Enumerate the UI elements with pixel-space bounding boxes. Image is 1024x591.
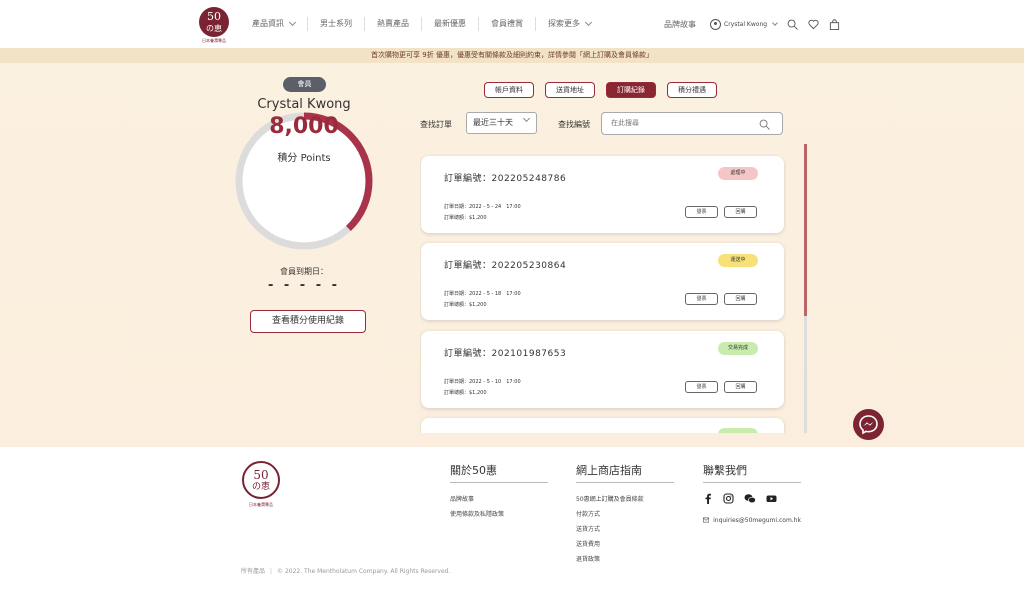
order-status-badge: 運送中 [718, 254, 758, 267]
reorder-button[interactable]: 回購 [724, 206, 757, 218]
promo-banner[interactable]: 首次購物更可享 9折 優惠，優惠受有關條款及細則約束，詳情參閱「網上訂購及會員條… [0, 48, 1024, 63]
footer-logo[interactable]: 50 の恵 [242, 461, 280, 499]
facebook-icon[interactable] [703, 493, 713, 504]
period-select[interactable]: 最近三十天 [466, 112, 537, 134]
chevron-down-icon [772, 19, 778, 26]
wechat-icon[interactable] [744, 493, 756, 504]
logo-number: 50 [207, 10, 221, 23]
order-date: 訂單日期：2022 - 5 - 10 17:00 [444, 379, 521, 385]
nav-label: 探索更多 [548, 19, 580, 28]
user-name: Crystal Kwong [724, 20, 768, 28]
footer-link-delivery[interactable]: 送貨方式 [576, 522, 674, 537]
search-icon[interactable] [787, 19, 798, 30]
footer-link-delivery-fee[interactable]: 送貨費用 [576, 537, 674, 552]
order-search-box[interactable] [601, 112, 783, 135]
nav-label: 熱賣產品 [377, 19, 409, 28]
nav-item-bestsellers[interactable]: 熱賣產品 [364, 17, 421, 31]
nav-item-men[interactable]: 男士系列 [307, 17, 364, 31]
footer-about: 關於50惠 品牌故事 使用條款及私隱政策 [450, 462, 548, 522]
period-value: 最近三十天 [473, 118, 513, 127]
chevron-down-icon [522, 114, 531, 123]
nav-item-explore[interactable]: 探索更多 [535, 17, 603, 31]
nav-label: 男士系列 [320, 19, 352, 28]
order-date: 訂單日期：2022 - 5 - 18 17:00 [444, 291, 521, 297]
order-list-scrollbar[interactable] [804, 144, 807, 433]
footer-about-title: 關於50惠 [450, 462, 548, 483]
footer-link-brand-story[interactable]: 品牌故事 [450, 492, 548, 507]
order-filter-label: 查找訂單 [420, 120, 452, 129]
messenger-icon [859, 415, 878, 435]
order-number: 訂單編號：202205248786 [444, 174, 567, 184]
site-header: 50 の恵 日本養潤專品 產品資訊 男士系列 熱賣產品 最新優惠 會員禮賞 探索… [0, 0, 1024, 48]
scrollbar-thumb[interactable] [804, 144, 807, 316]
expiry-label: 會員到期日： [280, 267, 328, 276]
main-overlay: 會員到期日： - - - - - 查看積分使用紀錄 查找訂單 最近三十天 查找編… [0, 63, 1024, 447]
footer-contact: 聯繫我們 inquiries@50megumi.com.hk [703, 462, 801, 524]
order-status-badge: 交易完成 [718, 342, 758, 355]
nav-label: 會員禮賞 [491, 19, 523, 28]
order-number: 訂單編號：202101987653 [444, 349, 567, 359]
brand-story-link[interactable]: 品牌故事 [664, 19, 696, 30]
footer-link-terms-privacy[interactable]: 使用條款及私隱政策 [450, 507, 548, 522]
order-status-badge: 處理中 [718, 167, 758, 180]
order-card: 訂單編號：202101987653 交易完成 訂單日期：2022 - 5 - 1… [421, 331, 784, 408]
order-total: 訂單總額：$1,200 [444, 302, 487, 308]
reorder-button[interactable]: 回購 [724, 381, 757, 393]
order-date: 訂單日期：2022 - 5 - 24 17:00 [444, 204, 521, 210]
footer-guide-title: 網上商店指南 [576, 462, 674, 483]
invoice-button[interactable]: 發票 [685, 293, 718, 305]
number-filter-label: 查找編號 [558, 120, 590, 129]
social-links [703, 492, 801, 504]
nav-item-products[interactable]: 產品資訊 [240, 17, 307, 31]
site-footer: 50 の恵 日本養潤專品 關於50惠 品牌故事 使用條款及私隱政策 網上商店指南… [0, 447, 1024, 591]
mail-icon [703, 517, 710, 523]
logo-kanji: の恵 [251, 482, 270, 492]
order-card: 訂單編號：202205230864 運送中 訂單日期：2022 - 5 - 18… [421, 243, 784, 320]
points-history-button[interactable]: 查看積分使用紀錄 [250, 310, 366, 333]
all-products-link[interactable]: 所有產品 [241, 568, 265, 575]
footer-contact-title: 聯繫我們 [703, 462, 801, 483]
footer-link-returns[interactable]: 退貨政策 [576, 552, 674, 567]
instagram-icon[interactable] [723, 492, 734, 504]
order-number: 訂單編號：202205230864 [444, 261, 567, 271]
footer-link-payment[interactable]: 付款方式 [576, 507, 674, 522]
footer-logo-subtitle: 日本養潤專品 [249, 502, 273, 507]
reorder-button[interactable]: 回購 [724, 293, 757, 305]
copyright-line: 所有產品 | © 2022. The Mentholatum Company. Al… [241, 568, 451, 575]
user-icon [710, 18, 721, 30]
email-address: inquiries@50megumi.com.hk [713, 516, 801, 524]
order-status-badge [718, 428, 758, 433]
nav-item-offers[interactable]: 最新優惠 [421, 17, 478, 31]
footer-link-order-terms[interactable]: 50惠網上訂購及會員條款 [576, 492, 674, 507]
contact-email[interactable]: inquiries@50megumi.com.hk [703, 516, 801, 524]
order-card [421, 418, 784, 433]
invoice-button[interactable]: 發票 [685, 206, 718, 218]
chevron-down-icon [288, 18, 297, 27]
copyright-text: © 2022. The Mentholatum Company. All Rig… [277, 568, 451, 575]
logo-subtitle: 日本養潤專品 [202, 38, 226, 43]
nav-label: 最新優惠 [434, 19, 466, 28]
search-icon[interactable] [759, 119, 770, 130]
user-menu[interactable]: Crystal Kwong [710, 18, 778, 30]
header-actions: 品牌故事 Crystal Kwong [664, 14, 840, 34]
brand-logo[interactable]: 50 の恵 [199, 7, 229, 37]
order-search-input[interactable] [611, 119, 751, 127]
shopping-bag-icon[interactable] [829, 18, 840, 30]
heart-icon[interactable] [808, 19, 819, 30]
logo-number: 50 [253, 468, 269, 482]
messenger-chat-button[interactable] [853, 409, 884, 440]
order-card: 訂單編號：202205248786 處理中 訂單日期：2022 - 5 - 24… [421, 156, 784, 233]
order-total: 訂單總額：$1,200 [444, 215, 487, 221]
youtube-icon[interactable] [766, 493, 777, 504]
nav-label: 產品資訊 [252, 19, 284, 28]
footer-guide: 網上商店指南 50惠網上訂購及會員條款 付款方式 送貨方式 送貨費用 退貨政策 [576, 462, 674, 567]
logo-kanji: の恵 [206, 24, 222, 33]
order-list: 訂單編號：202205248786 處理中 訂單日期：2022 - 5 - 24… [420, 154, 786, 433]
invoice-button[interactable]: 發票 [685, 381, 718, 393]
expiry-value: - - - - - [267, 278, 341, 293]
main-nav: 產品資訊 男士系列 熱賣產品 最新優惠 會員禮賞 探索更多 [240, 14, 603, 34]
chevron-down-icon [584, 18, 593, 27]
nav-item-rewards[interactable]: 會員禮賞 [478, 17, 535, 31]
order-total: 訂單總額：$1,200 [444, 390, 487, 396]
